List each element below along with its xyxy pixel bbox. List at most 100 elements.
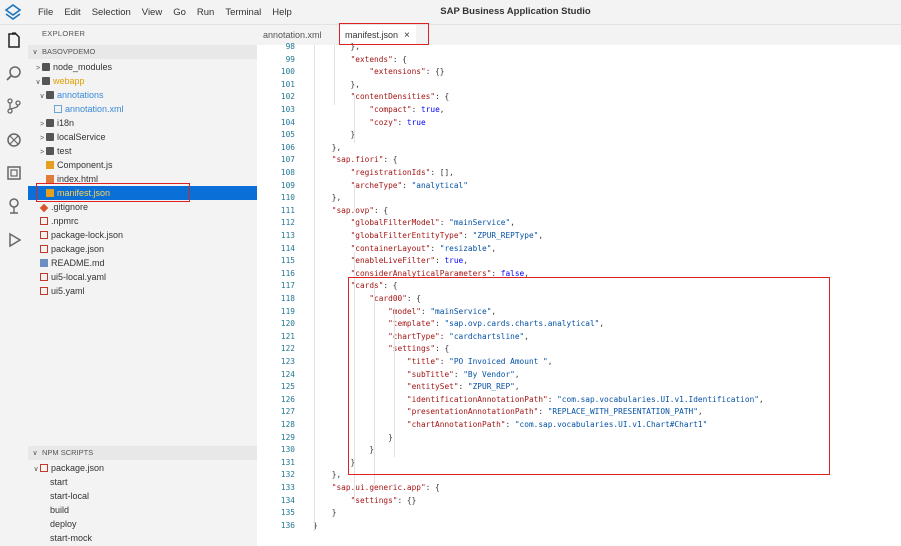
npm-script-deploy[interactable]: deploy xyxy=(50,517,77,531)
code-line[interactable]: 121 "chartType": "cardchartsline", xyxy=(257,331,529,344)
code-text: "title": "PO Invoiced Amount ", xyxy=(406,357,553,366)
close-icon[interactable]: × xyxy=(404,30,410,41)
code-line[interactable]: 124 "subTitle": "By Vendor", xyxy=(257,369,520,382)
code-text: "settings": { xyxy=(388,344,450,354)
menu-selection[interactable]: Selection xyxy=(92,7,131,18)
npm-file-icon xyxy=(40,231,48,239)
tree-item-manifest-json[interactable]: manifest.json xyxy=(28,186,257,200)
menu-view[interactable]: View xyxy=(142,7,162,18)
code-line[interactable]: 101 }, xyxy=(257,79,360,92)
tree-item-localservice[interactable]: > localService xyxy=(28,130,257,144)
code-line[interactable]: 103 "compact": true, xyxy=(257,104,445,117)
tree-item-npmrc[interactable]: .npmrc xyxy=(28,214,257,228)
code-text: "cozy": true xyxy=(369,117,426,127)
tree-item-annotations[interactable]: ∨ annotations xyxy=(28,88,257,102)
code-line[interactable]: 132 }, xyxy=(257,469,341,482)
indent-guide xyxy=(354,95,355,143)
code-line[interactable]: 105 } xyxy=(257,129,355,142)
code-editor[interactable]: 98 }, 99 "extends": {100 "extensions": {}… xyxy=(257,42,901,546)
code-line[interactable]: 111 "sap.ovp": { xyxy=(257,205,388,218)
code-line[interactable]: 112 "globalFilterModel": "mainService", xyxy=(257,217,515,230)
npm-package-json[interactable]: ∨ package.json xyxy=(28,461,257,475)
code-line[interactable]: 108 "registrationIds": [], xyxy=(257,167,454,180)
code-line[interactable]: 135 } xyxy=(257,507,337,520)
menu-run[interactable]: Run xyxy=(197,7,214,18)
menu-bar: File Edit Selection View Go Run Terminal Help S… xyxy=(0,0,901,25)
debug-icon[interactable] xyxy=(5,131,23,149)
code-line[interactable]: 134 "settings": {} xyxy=(257,495,416,508)
code-text: "presentationAnnotationPath": "REPLACE_W… xyxy=(406,407,703,417)
run-icon[interactable] xyxy=(5,231,23,249)
code-line[interactable]: 116 "considerAnalyticalParameters": fals… xyxy=(257,268,529,281)
line-number: 112 xyxy=(280,218,295,228)
code-line[interactable]: 117 "cards": { xyxy=(257,280,398,293)
code-line[interactable]: 129 } xyxy=(257,432,393,445)
code-line[interactable]: 125 "entitySet": "ZPUR_REP", xyxy=(257,381,520,394)
tree-item-index-html[interactable]: index.html xyxy=(28,172,257,186)
code-line[interactable]: 119 "model": "mainService", xyxy=(257,306,496,319)
npm-script-start-local[interactable]: start-local xyxy=(50,489,89,503)
code-line[interactable]: 118 "card00": { xyxy=(257,293,421,306)
menu-help[interactable]: Help xyxy=(272,7,292,18)
menu-edit[interactable]: Edit xyxy=(64,7,80,18)
code-line[interactable]: 128 "chartAnnotationPath": "com.sap.voca… xyxy=(257,419,707,432)
code-line[interactable]: 136} xyxy=(257,520,318,533)
code-line[interactable]: 100 "extensions": {} xyxy=(257,66,445,79)
code-line[interactable]: 110 }, xyxy=(257,192,341,205)
code-line[interactable]: 99 "extends": { xyxy=(257,54,407,67)
npm-script-build[interactable]: build xyxy=(50,503,69,517)
tree-item-i18n[interactable]: > i18n xyxy=(28,116,257,130)
code-line[interactable]: 126 "identificationAnnotationPath": "com… xyxy=(257,394,764,407)
code-line[interactable]: 98 }, xyxy=(257,41,360,54)
tree-item-node-modules[interactable]: > node_modules xyxy=(28,60,257,74)
code-line[interactable]: 104 "cozy": true xyxy=(257,117,426,130)
code-line[interactable]: 113 "globalFilterEntityType": "ZPUR_REPT… xyxy=(257,230,543,243)
code-line[interactable]: 123 "title": "PO Invoiced Amount ", xyxy=(257,356,553,369)
code-text: }, xyxy=(313,42,360,51)
code-line[interactable]: 133 "sap.ui.generic.app": { xyxy=(257,482,440,495)
npm-script-start[interactable]: start xyxy=(50,475,68,489)
code-line[interactable]: 109 "archeType": "analytical" xyxy=(257,180,468,193)
search-icon[interactable] xyxy=(5,65,23,83)
html-file-icon xyxy=(46,175,54,183)
tree-item-package-json[interactable]: package.json xyxy=(28,242,257,256)
remote-icon[interactable] xyxy=(5,197,23,215)
tree-item-readme[interactable]: README.md xyxy=(28,256,257,270)
code-line[interactable]: 131 } xyxy=(257,457,355,470)
tree-item-annotation-xml[interactable]: annotation.xml xyxy=(28,102,257,116)
menu-file[interactable]: File xyxy=(38,7,53,18)
code-line[interactable]: 115 "enableLiveFilter": true, xyxy=(257,255,468,268)
source-control-icon[interactable] xyxy=(5,97,23,115)
code-line[interactable]: 127 "presentationAnnotationPath": "REPLA… xyxy=(257,406,703,419)
tree-item-test[interactable]: > test xyxy=(28,144,257,158)
code-line[interactable]: 102 "contentDensities": { xyxy=(257,91,449,104)
code-line[interactable]: 114 "containerLayout": "resizable", xyxy=(257,243,496,256)
extensions-icon[interactable] xyxy=(5,164,23,182)
explorer-icon[interactable] xyxy=(5,32,23,50)
code-text: "extends": { xyxy=(350,54,407,64)
code-line[interactable]: 106 }, xyxy=(257,142,341,155)
code-line[interactable]: 120 "template": "sap.ovp.cards.charts.an… xyxy=(257,318,604,331)
line-number: 107 xyxy=(280,155,295,165)
chevron-down-icon: ∨ xyxy=(32,49,38,56)
tree-item-ui5-local-yaml[interactable]: ui5-local.yaml xyxy=(28,270,257,284)
code-line[interactable]: 122 "settings": { xyxy=(257,343,449,356)
project-section-header[interactable]: ∨ BASOVPDEMO xyxy=(28,45,257,59)
tree-item-package-lock-json[interactable]: package-lock.json xyxy=(28,228,257,242)
yaml-file-icon xyxy=(40,273,48,281)
menu-terminal[interactable]: Terminal xyxy=(225,7,261,18)
code-line[interactable]: 107 "sap.fiori": { xyxy=(257,154,398,167)
line-number: 115 xyxy=(280,256,295,266)
npm-scripts-header[interactable]: ∨ NPM SCRIPTS xyxy=(28,446,257,460)
code-text: "settings": {} xyxy=(350,495,417,505)
code-line[interactable]: 130 } xyxy=(257,444,374,457)
tree-item-webapp[interactable]: ∨ webapp xyxy=(28,74,257,88)
code-text: }, xyxy=(313,142,342,152)
tree-item-ui5-yaml[interactable]: ui5.yaml xyxy=(28,284,257,298)
markdown-file-icon xyxy=(40,259,48,267)
tree-item-gitignore[interactable]: .gitignore xyxy=(28,200,257,214)
npm-script-start-mock[interactable]: start-mock xyxy=(50,531,92,545)
tree-item-component-js[interactable]: Component.js xyxy=(28,158,257,172)
line-number: 118 xyxy=(280,294,295,303)
menu-go[interactable]: Go xyxy=(173,7,186,18)
